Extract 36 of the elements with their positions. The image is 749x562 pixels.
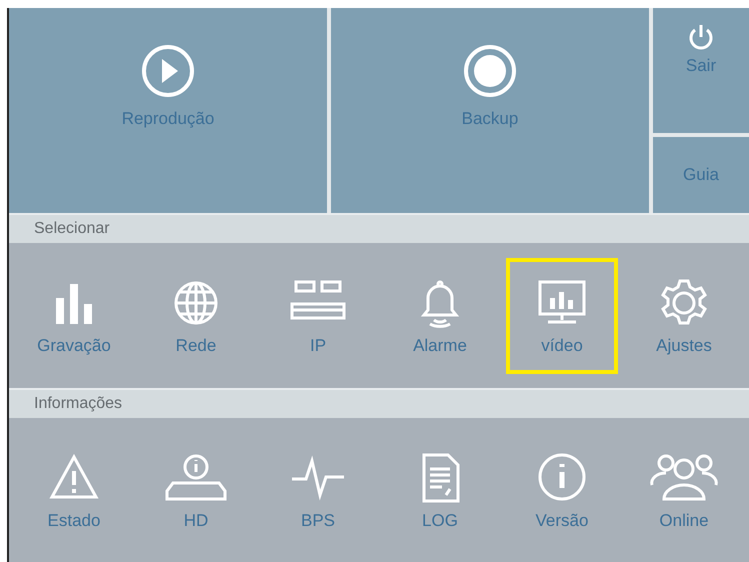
tile-label: Reprodução bbox=[122, 109, 214, 129]
exit-tile[interactable]: Sair bbox=[653, 8, 749, 133]
menu-item[interactable]: HD bbox=[140, 433, 252, 549]
play-icon bbox=[140, 43, 196, 99]
item-label: Alarme bbox=[413, 336, 467, 356]
section-header: Selecionar bbox=[9, 215, 749, 243]
tile-label: Sair bbox=[686, 56, 716, 76]
menu-item[interactable]: IP bbox=[262, 258, 374, 374]
record-icon bbox=[462, 43, 518, 99]
menu-item[interactable]: Ajustes bbox=[628, 258, 740, 374]
section-header: Informações bbox=[9, 390, 749, 418]
playback-tile[interactable]: Reprodução bbox=[9, 8, 327, 213]
menu-item[interactable]: LOG bbox=[384, 433, 496, 549]
item-label: Online bbox=[659, 511, 709, 531]
item-label: BPS bbox=[300, 511, 336, 531]
item-label: Ajustes bbox=[656, 336, 712, 356]
menu-item[interactable]: Online bbox=[628, 433, 740, 549]
menu-item[interactable]: vídeo bbox=[506, 258, 618, 374]
menu-item[interactable]: Gravação bbox=[18, 258, 130, 374]
item-label: IP bbox=[310, 336, 326, 356]
tile-label: Backup bbox=[462, 109, 518, 129]
item-label: Gravação bbox=[37, 336, 111, 356]
menu-item[interactable]: BPS bbox=[262, 433, 374, 549]
guide-tile[interactable]: Guia bbox=[653, 137, 749, 213]
menu-item[interactable]: Versão bbox=[506, 433, 618, 549]
tile-label: Guia bbox=[683, 165, 719, 185]
menu-item[interactable]: Estado bbox=[18, 433, 130, 549]
menu-item[interactable]: Alarme bbox=[384, 258, 496, 374]
item-label: Rede bbox=[176, 336, 216, 356]
backup-tile[interactable]: Backup bbox=[331, 8, 649, 213]
menu-item[interactable]: Rede bbox=[140, 258, 252, 374]
item-label: Estado bbox=[48, 511, 100, 531]
item-label: Versão bbox=[536, 511, 588, 531]
item-label: HD bbox=[184, 511, 208, 531]
item-label: LOG bbox=[422, 511, 458, 531]
item-label: vídeo bbox=[541, 336, 583, 356]
